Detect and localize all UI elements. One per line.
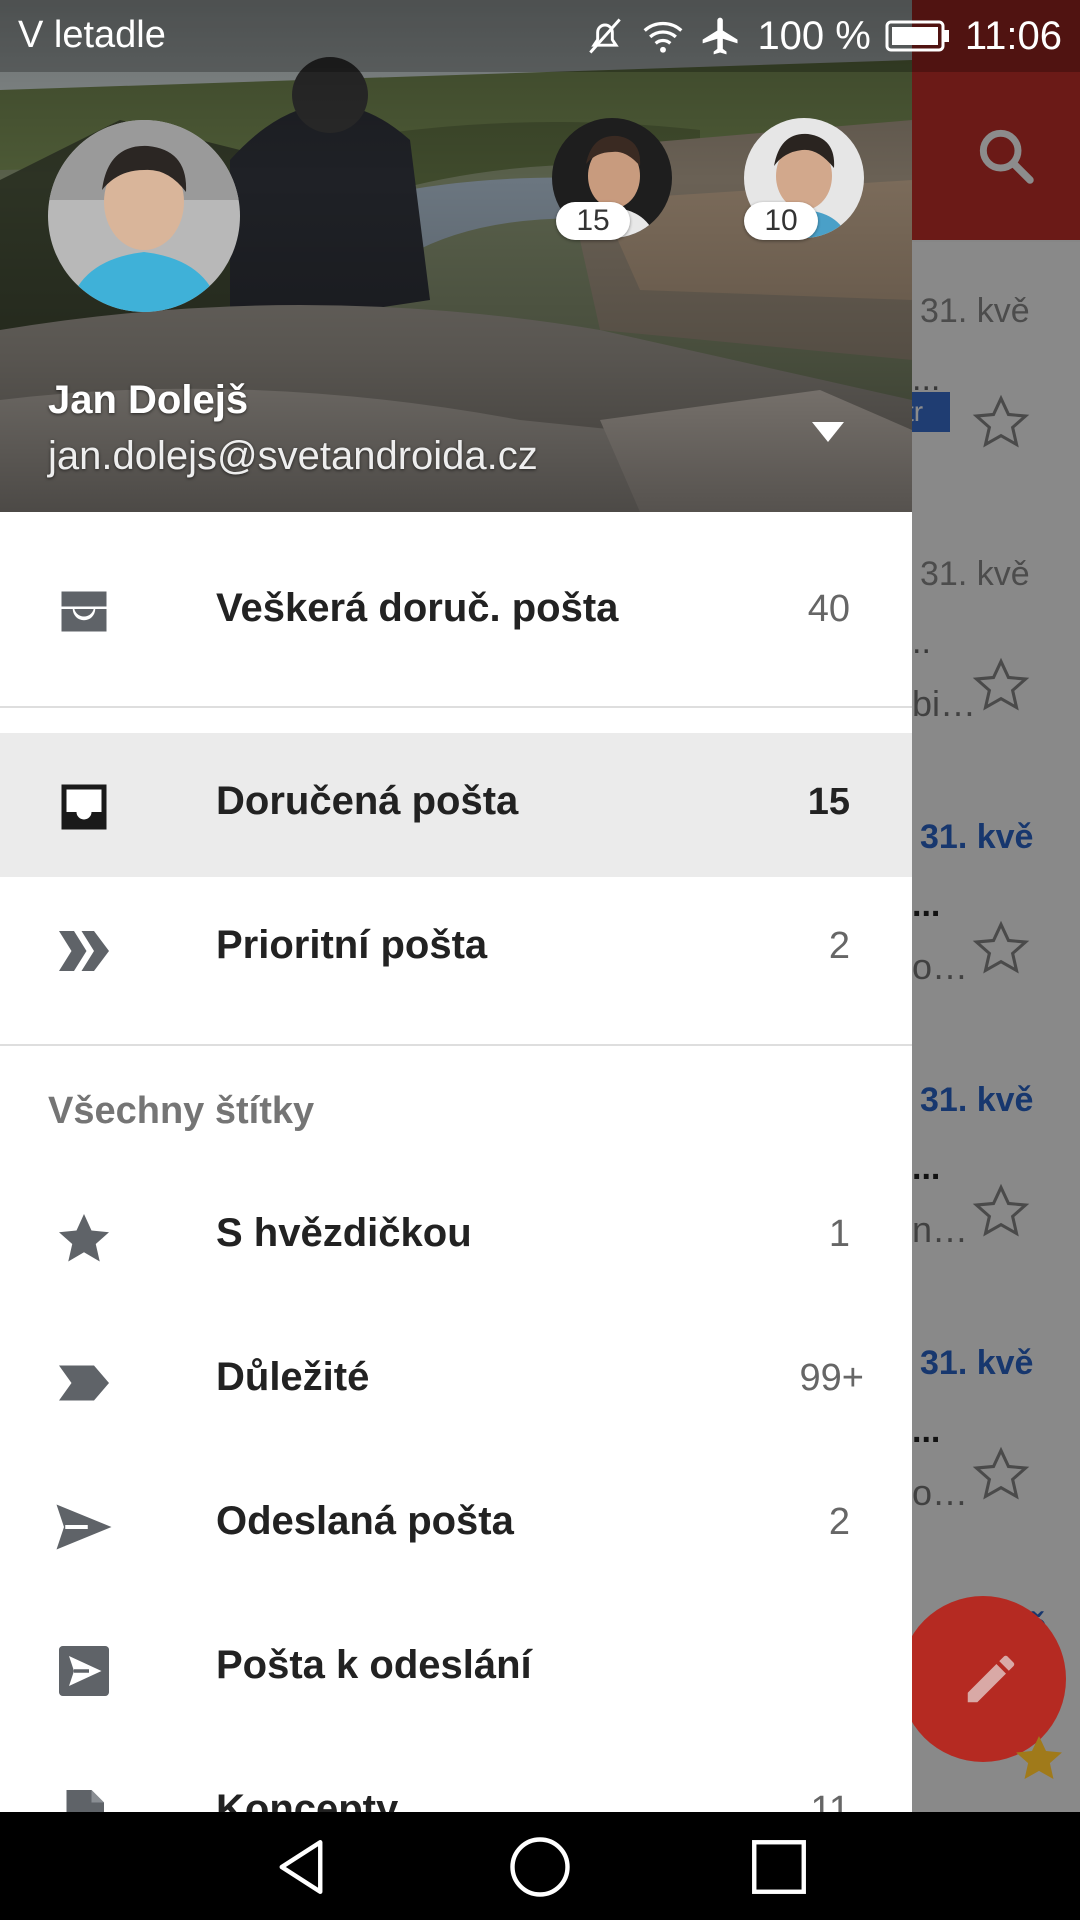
menu-item-inbox[interactable]: Doručená pošta 15	[0, 733, 912, 877]
battery-icon	[885, 20, 949, 52]
battery-percent: 100 %	[757, 13, 871, 58]
menu-divider	[0, 706, 912, 708]
airplane-icon	[703, 17, 738, 55]
star-icon	[59, 1214, 109, 1262]
account-2-unread-badge: 15	[556, 202, 630, 240]
menu-item-priority-inbox[interactable]: Prioritní pošta 2	[0, 877, 912, 1021]
menu-item-label: Odeslaná pošta	[216, 1499, 514, 1543]
menu-item-label: Důležité	[216, 1355, 370, 1399]
menu-item-label: Doručená pošta	[216, 779, 519, 823]
menu-item-label: Koncepty	[216, 1787, 399, 1812]
navigation-drawer: 15 10 Jan Dolejš jan.dolejs@svetandroida…	[0, 0, 912, 1812]
all-inboxes-icon	[61, 591, 107, 632]
menu-item-count: 2	[828, 925, 850, 967]
menu-item-label: Pošta k odeslání	[216, 1643, 532, 1687]
outbox-icon	[59, 1646, 109, 1696]
menu-divider	[0, 1044, 912, 1046]
menu-item-count: 2	[828, 1501, 850, 1543]
account-switcher-arrow-icon[interactable]	[812, 422, 844, 442]
mute-icon	[589, 18, 622, 54]
recents-icon[interactable]	[746, 1834, 812, 1900]
current-account-avatar[interactable]	[48, 120, 240, 312]
menu-item-label: Prioritní pošta	[216, 923, 488, 967]
labels-section-title: Všechny štítky	[48, 1090, 315, 1132]
status-bar: V letadle 100 % 11:06	[0, 0, 1080, 72]
inbox-icon	[61, 784, 107, 830]
pencil-icon	[967, 1655, 1015, 1703]
menu-item-count: 1	[828, 1213, 850, 1255]
compose-button[interactable]	[900, 1596, 1066, 1780]
menu-item-outbox[interactable]: Pošta k odeslání	[0, 1597, 912, 1741]
account-header: 15 10 Jan Dolejš jan.dolejs@svetandroida…	[0, 0, 912, 512]
back-icon[interactable]	[268, 1834, 334, 1900]
carrier-text: V letadle	[18, 14, 166, 56]
account-name: Jan Dolejš	[48, 378, 249, 422]
account-email: jan.dolejs@svetandroida.cz	[48, 434, 538, 478]
menu-item-all-inboxes[interactable]: Veškerá doruč. pošta 40	[0, 540, 912, 684]
menu-item-sent[interactable]: Odeslaná pošta 2	[0, 1453, 912, 1597]
menu-item-label: S hvězdičkou	[216, 1211, 472, 1255]
menu-item-important[interactable]: Důležité 99+	[0, 1309, 912, 1453]
menu-item-label: Veškerá doruč. pošta	[216, 586, 619, 630]
wifi-icon	[644, 21, 683, 53]
clock: 11:06	[964, 13, 1062, 58]
priority-inbox-icon	[59, 931, 109, 971]
system-nav-bar	[0, 1812, 1080, 1920]
star-filled-icon	[1016, 1736, 1062, 1780]
send-icon	[56, 1504, 112, 1550]
menu-item-count: 15	[807, 781, 850, 823]
account-3-unread-badge: 10	[744, 202, 818, 240]
menu-item-drafts[interactable]: Koncepty 11	[0, 1741, 912, 1812]
home-icon[interactable]	[507, 1834, 573, 1900]
drafts-icon	[66, 1790, 104, 1812]
important-icon	[59, 1365, 109, 1401]
menu-item-count: 40	[807, 588, 850, 630]
menu-item-count: 99+	[799, 1357, 864, 1399]
menu-item-count: 11	[810, 1789, 850, 1812]
menu-item-starred[interactable]: S hvězdičkou 1	[0, 1165, 912, 1309]
